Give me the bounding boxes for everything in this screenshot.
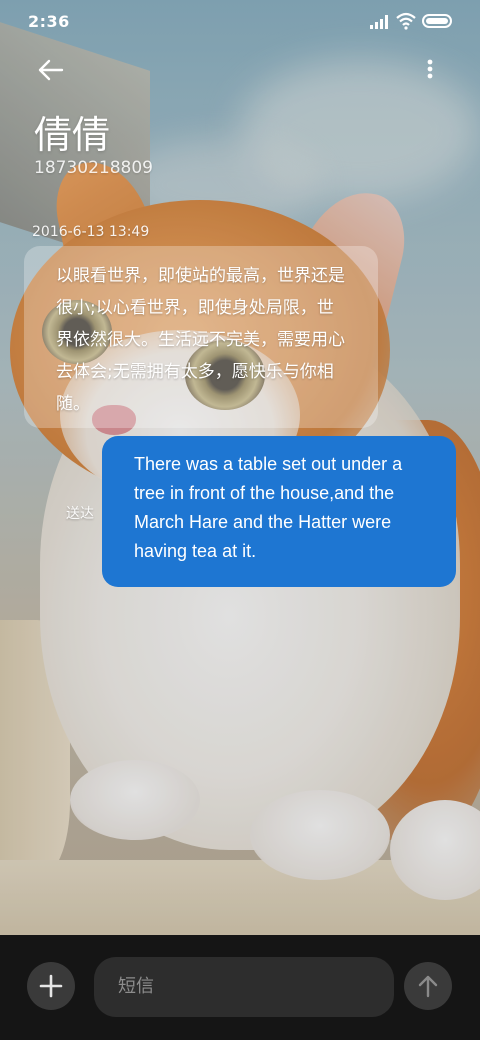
outgoing-message-bubble[interactable]: There was a table set out under a tree i… [102, 436, 456, 587]
battery-icon [422, 14, 452, 28]
contact-phone-number: 18730218809 [34, 158, 153, 178]
send-button[interactable] [404, 962, 452, 1010]
plus-icon [39, 974, 63, 998]
outgoing-message-text: There was a table set out under a tree i… [134, 454, 403, 561]
message-input[interactable]: 短信 [94, 957, 394, 1017]
contact-name: 倩倩 [34, 113, 111, 157]
back-arrow-icon[interactable] [36, 56, 64, 84]
arrow-up-icon [418, 975, 438, 998]
incoming-message-bubble[interactable]: 以眼看世界，即使站的最高，世界还是很小;以心看世界，即使身处局限，世界依然很大。… [24, 246, 378, 428]
composer-bar: 短信 [0, 935, 480, 1040]
status-bar: 2:36 [0, 0, 480, 44]
wifi-icon [396, 12, 416, 30]
delivery-status: 送达 [66, 506, 94, 522]
incoming-message-text: 以眼看世界，即使站的最高，世界还是很小;以心看世界，即使身处局限，世界依然很大。… [56, 266, 345, 414]
signal-icon [370, 15, 388, 29]
message-timestamp: 2016-6-13 13:49 [32, 224, 150, 240]
status-time: 2:36 [28, 12, 70, 31]
more-options-icon[interactable] [418, 56, 442, 84]
add-attachment-button[interactable] [27, 962, 75, 1010]
